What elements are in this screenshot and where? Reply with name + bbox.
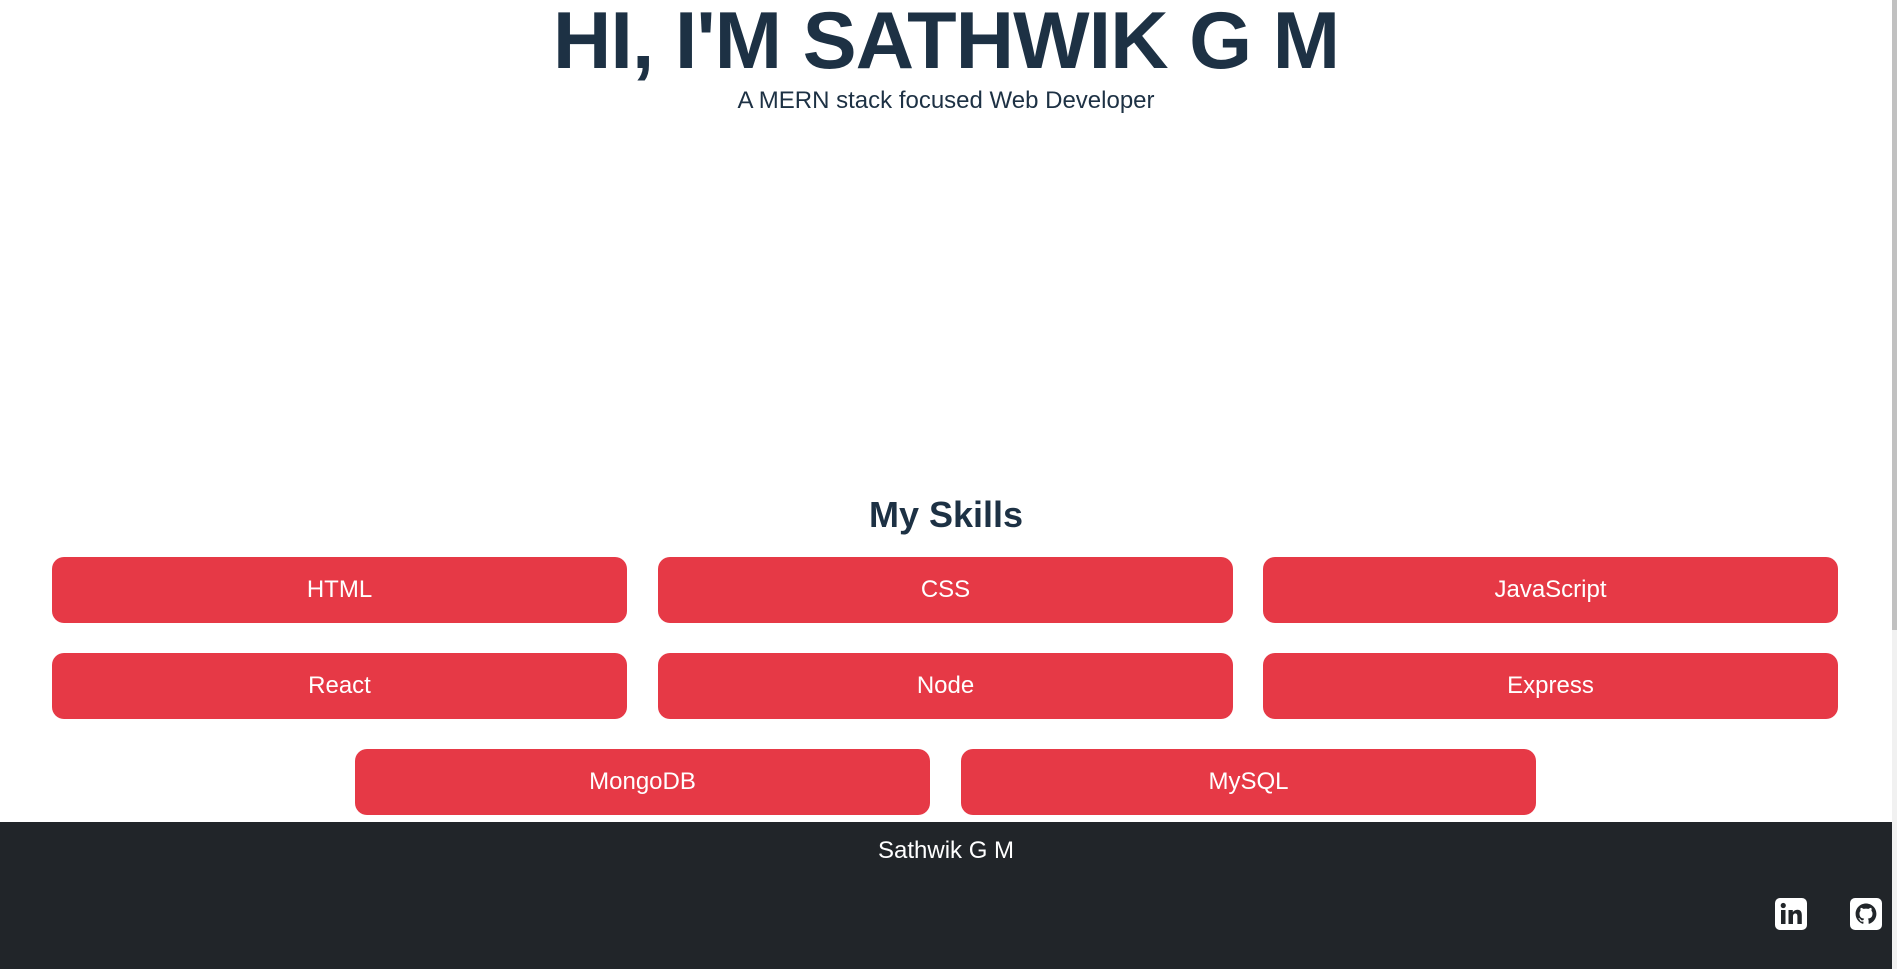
skill-mysql-button[interactable]: MySQL [961,749,1536,815]
footer-name: Sathwik G M [877,837,1015,864]
skill-html-button[interactable]: HTML [52,557,627,623]
scrollbar-thumb[interactable] [1892,0,1897,630]
skill-node-button[interactable]: Node [658,653,1233,719]
portfolio-page: HI, I'M SATHWIK G M A MERN stack focused… [0,0,1897,969]
hero-subtitle: A MERN stack focused Web Developer [737,87,1155,114]
skill-javascript-button[interactable]: JavaScript [1263,557,1838,623]
skills-heading: My Skills [868,494,1024,535]
skill-express-button[interactable]: Express [1263,653,1838,719]
skill-mongodb-button[interactable]: MongoDB [355,749,930,815]
linkedin-icon[interactable] [1774,897,1808,931]
skill-react-button[interactable]: React [52,653,627,719]
hero-title: HI, I'M SATHWIK G M [552,0,1340,86]
footer: Sathwik G M [0,822,1892,969]
github-icon[interactable] [1849,897,1883,931]
skill-css-button[interactable]: CSS [658,557,1233,623]
